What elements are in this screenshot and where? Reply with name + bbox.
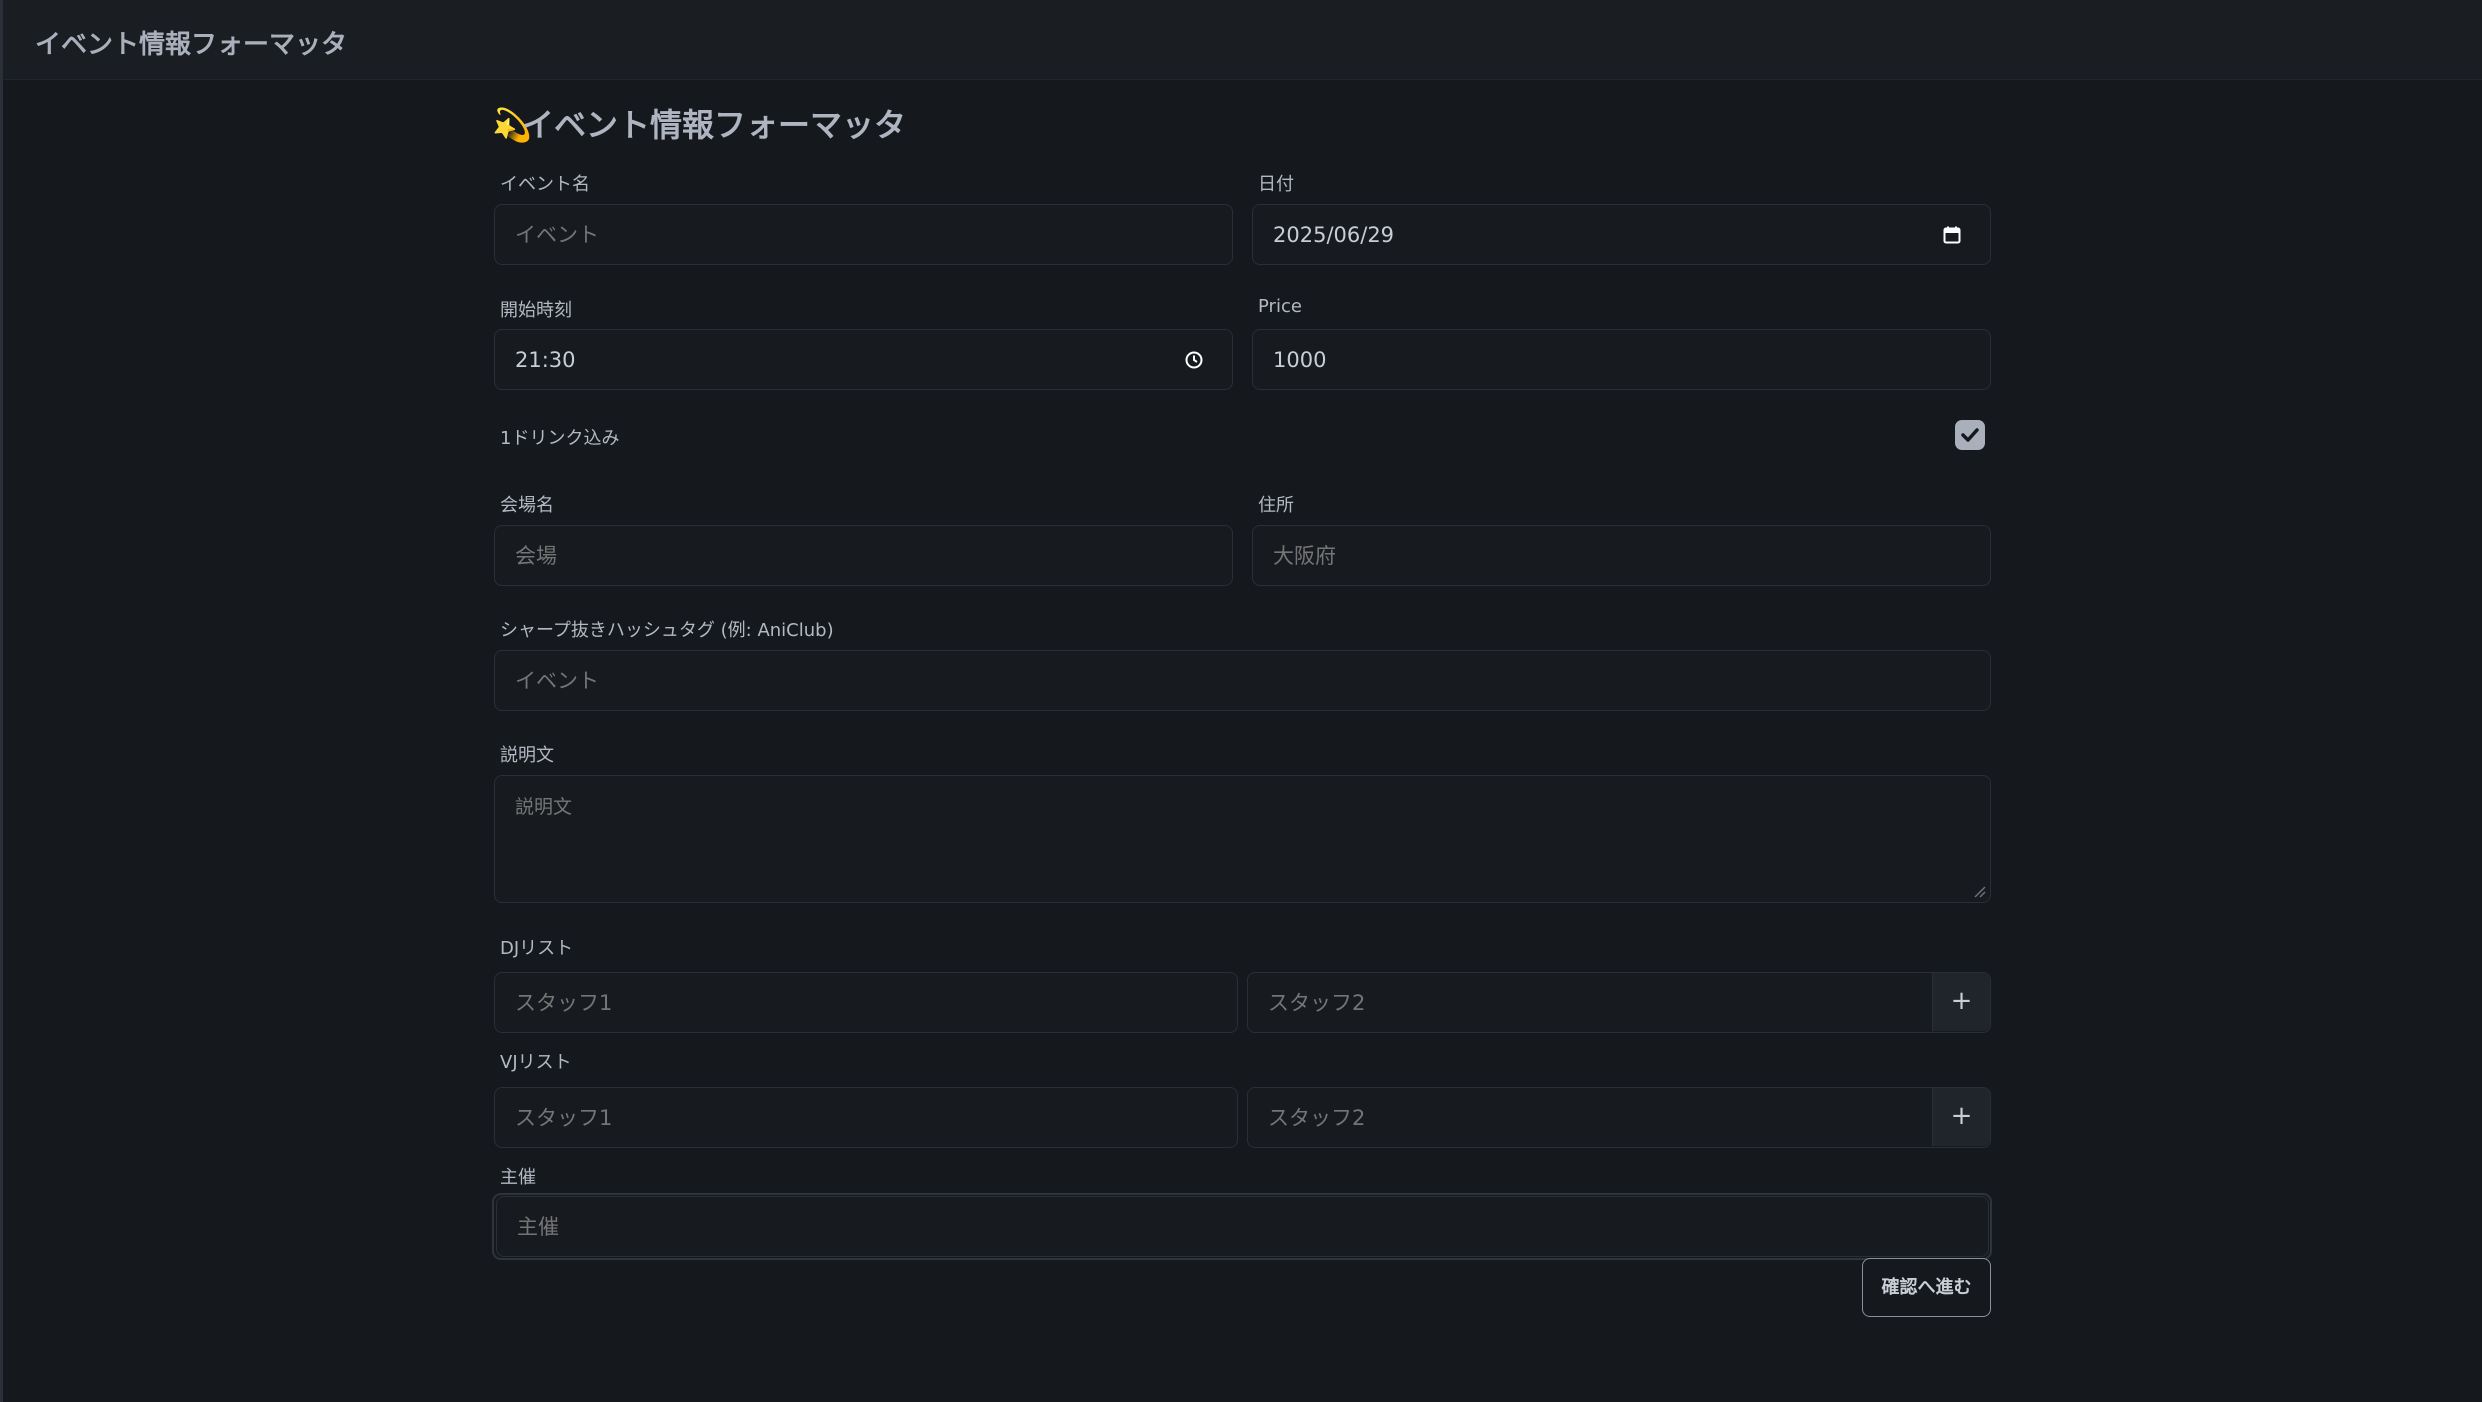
event-name-field[interactable] (494, 204, 1233, 265)
date-label: 日付 (1258, 174, 1294, 195)
vj-staff1-input[interactable] (495, 1088, 1237, 1147)
address-label: 住所 (1258, 495, 1294, 516)
vj-staff1-field[interactable] (494, 1087, 1238, 1148)
clock-icon[interactable] (1184, 350, 1204, 370)
vj-add-button[interactable]: + (1932, 1088, 1990, 1146)
dj-add-button[interactable]: + (1932, 973, 1990, 1031)
dj-staff1-input[interactable] (495, 973, 1237, 1032)
dj-staff2-field[interactable]: + (1247, 972, 1991, 1033)
hashtag-label: シャープ抜きハッシュタグ (例: AniClub) (500, 620, 834, 641)
top-bar: イベント情報フォーマッタ (3, 0, 2482, 80)
app-title: イベント情報フォーマッタ (35, 30, 348, 60)
dj-staff1-field[interactable] (494, 972, 1238, 1033)
venue-label: 会場名 (500, 495, 554, 516)
hashtag-field[interactable] (494, 650, 1991, 711)
dj-list-label: DJリスト (500, 938, 574, 959)
date-field[interactable] (1252, 204, 1991, 265)
dj-staff2-input[interactable] (1248, 973, 1933, 1032)
start-time-field[interactable] (494, 329, 1233, 390)
address-field[interactable] (1252, 525, 1991, 586)
description-field[interactable] (494, 775, 1991, 903)
price-label: Price (1258, 296, 1302, 317)
dizzy-star-emoji: 💫 (492, 106, 532, 144)
confirm-button[interactable]: 確認へ進む (1862, 1258, 1991, 1317)
description-textarea[interactable] (495, 776, 1990, 902)
description-label: 説明文 (500, 745, 554, 766)
event-name-label: イベント名 (500, 174, 590, 195)
date-input[interactable] (1253, 205, 1990, 264)
organizer-input[interactable] (497, 1197, 1988, 1256)
venue-field[interactable] (494, 525, 1233, 586)
vj-list-label: VJリスト (500, 1052, 572, 1073)
page-title: 💫イベント情報フォーマッタ (492, 100, 906, 146)
page-title-text: イベント情報フォーマッタ (522, 106, 907, 144)
start-time-input[interactable] (495, 330, 1232, 389)
vj-staff2-input[interactable] (1248, 1088, 1933, 1147)
resize-handle-icon[interactable] (1972, 884, 1986, 898)
price-field[interactable] (1252, 329, 1991, 390)
organizer-field[interactable] (496, 1196, 1989, 1257)
address-input[interactable] (1253, 526, 1990, 585)
organizer-label: 主催 (500, 1167, 536, 1188)
price-input[interactable] (1253, 330, 1990, 389)
drink-label: 1ドリンク込み (500, 428, 620, 449)
event-name-input[interactable] (495, 205, 1232, 264)
venue-input[interactable] (495, 526, 1232, 585)
drink-checkbox[interactable] (1955, 420, 1985, 450)
start-time-label: 開始時刻 (500, 300, 572, 321)
calendar-icon[interactable] (1942, 225, 1962, 245)
vj-staff2-field[interactable]: + (1247, 1087, 1991, 1148)
hashtag-input[interactable] (495, 651, 1990, 710)
checkmark-icon (1961, 428, 1979, 442)
